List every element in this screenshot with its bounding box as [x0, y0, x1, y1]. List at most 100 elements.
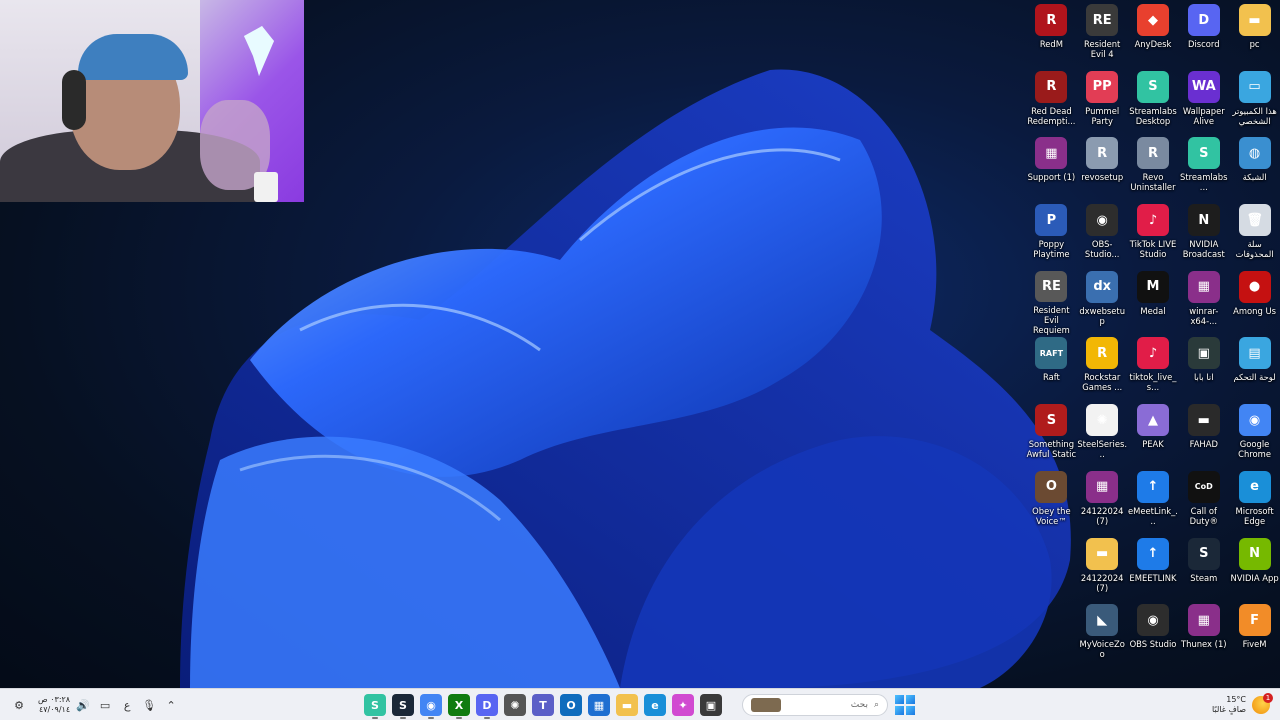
weather-condition: صافٍ غالبًا	[1212, 705, 1246, 714]
volume-icon[interactable]: 🔊	[74, 696, 92, 714]
app-icon: ▦	[1035, 137, 1068, 170]
desktop-icon[interactable]: F FiveM	[1229, 602, 1280, 669]
desktop-icon[interactable]: P Poppy Playtime	[1026, 202, 1077, 269]
desktop-icon[interactable]: ✺ SteelSeries...	[1077, 402, 1128, 469]
desktop-icon[interactable]: RE Resident Evil 4	[1077, 2, 1128, 69]
desktop-icon[interactable]: ◉ OBS-Studio...	[1077, 202, 1128, 269]
desktop-icon[interactable]: e Microsoft Edge	[1229, 469, 1280, 536]
pinned-apps: S S ◉ X D ✺ T O ▦ ▬ e ✦ ▣	[364, 693, 722, 719]
app-icon: RE	[1035, 270, 1068, 303]
desktop-icon[interactable]: RE Resident Evil Requiem	[1026, 269, 1077, 336]
desktop-icon-label: pc	[1249, 39, 1260, 49]
desktop-icon-label: انا بابا	[1193, 372, 1214, 383]
desktop-icon[interactable]: R Rockstar Games ...	[1077, 335, 1128, 402]
desktop-icon[interactable]: R Revo Uninstaller	[1128, 135, 1179, 202]
app-icon: ↑	[1136, 470, 1169, 503]
app-icon: ◆	[1136, 4, 1169, 36]
desktop-icon[interactable]: S Streamlabs...	[1178, 135, 1229, 202]
desktop-icon[interactable]: ◉ Google Chrome	[1229, 402, 1280, 469]
chevron-up-icon[interactable]: ⌃	[162, 696, 180, 714]
settings-icon[interactable]: ⚙	[10, 696, 28, 714]
app-icon: ◍	[1238, 137, 1271, 170]
desktop-icon[interactable]: ◍ الشبكة	[1229, 135, 1280, 202]
xbox-app-icon[interactable]: X	[448, 694, 470, 719]
desktop-icon[interactable]: ● Among Us	[1229, 269, 1280, 336]
desktop-icon[interactable]: N NVIDIA Broadcast	[1178, 202, 1229, 269]
desktop-icon[interactable]: dx dxwebsetup	[1077, 269, 1128, 336]
desktop-icon[interactable]: Rrevosetup	[1077, 135, 1128, 202]
discord-app-icon[interactable]: D	[476, 694, 498, 719]
app-icon: ↑	[1136, 537, 1169, 570]
desktop-icon-label: TikTok LIVE Studio	[1129, 239, 1177, 260]
desktop-icon[interactable]: S Something Awful Static	[1026, 402, 1077, 469]
start-button[interactable]	[894, 694, 916, 716]
desktop-icon[interactable]: ◉ OBS Studio	[1128, 602, 1179, 669]
desktop-icon[interactable]: ▬ FAHAD	[1178, 402, 1229, 469]
steelseries-app-icon[interactable]: ✺	[504, 694, 526, 716]
desktop-icon-label: Discord	[1188, 39, 1220, 49]
desktop-icon[interactable]: ♪ TikTok LIVE Studio	[1128, 202, 1179, 269]
desktop-icon[interactable]: S Steam	[1178, 536, 1229, 603]
desktop-icon[interactable]: ▬ pc	[1229, 2, 1280, 69]
file-explorer-app-icon[interactable]: ▬	[616, 694, 638, 716]
desktop-icon[interactable]: ↑ eMeetLink_...	[1128, 469, 1179, 536]
desktop-icon[interactable]: ♪ tiktok_live_s...	[1128, 335, 1179, 402]
chrome-app-icon[interactable]: ◉	[420, 694, 442, 719]
desktop-icon[interactable]: ▤ لوحة التحكم	[1229, 335, 1280, 402]
microphone-icon[interactable]: 🎙	[140, 696, 158, 714]
desktop-icon[interactable]: ◆ AnyDesk	[1128, 2, 1179, 69]
search-box[interactable]: بحث ⌕	[742, 694, 888, 716]
network-icon[interactable]: ▭	[96, 696, 114, 714]
desktop-icon-label: سلة المحذوفات	[1235, 239, 1274, 260]
widget-app-icon[interactable]: ▣	[700, 694, 722, 716]
desktop-icon-label: Wallpaper Alive	[1182, 105, 1225, 126]
desktop-icon[interactable]: N NVIDIA App	[1229, 536, 1280, 603]
desktop-icon[interactable]: M Medal	[1128, 269, 1179, 336]
teams-app-icon[interactable]: T	[532, 694, 554, 716]
outlook-app-icon[interactable]: O	[560, 694, 582, 716]
streamlabs-app-icon[interactable]: S	[364, 694, 386, 719]
desktop-icon[interactable]: ↑ EMEETLINK	[1128, 536, 1179, 603]
desktop-icon[interactable]: CoD Call of Duty®	[1178, 469, 1229, 536]
desktop-icon[interactable]: R Red Dead Redempti...	[1026, 69, 1077, 136]
app-icon: O	[1035, 470, 1068, 503]
desktop-icon[interactable]: ◣ MyVoiceZoo	[1077, 602, 1128, 669]
app-icon: F	[1238, 604, 1271, 637]
desktop-icon[interactable]: ▦ winrar-x64-...	[1178, 269, 1229, 336]
desktop-icon[interactable]: ▬ 24122024 (7)	[1077, 536, 1128, 603]
desktop-icon[interactable]: R RedM	[1026, 2, 1077, 69]
desktop-icon[interactable]: ▭ هذا الكمبيوتر الشخصي	[1229, 69, 1280, 136]
desktop-icon[interactable]: D Discord	[1178, 2, 1229, 69]
steam-app-icon[interactable]: S	[392, 694, 414, 719]
copilot-app-icon[interactable]: ✦	[672, 694, 694, 716]
app-icon: S	[1187, 537, 1220, 570]
desktop-icon-label: Resident Evil Requiem	[1032, 305, 1070, 336]
desktop-icon[interactable]: WA Wallpaper Alive	[1178, 69, 1229, 136]
desktop-icon[interactable]: 🗑 سلة المحذوفات	[1229, 202, 1280, 269]
desktop-icon-label: Red Dead Redempti...	[1027, 105, 1076, 126]
desktop-icon-label: Rockstar Games ...	[1082, 372, 1123, 393]
desktop-icon[interactable]: RAFT Raft	[1026, 335, 1077, 402]
desktop-icon-label: Call of Duty®	[1189, 505, 1218, 526]
desktop-icon-label: SteelSeries...	[1077, 439, 1128, 460]
desktop-icon-label: FAHAD	[1189, 439, 1218, 450]
desktop-icon-label: Revo Uninstaller	[1130, 172, 1176, 193]
desktop-icon[interactable]: S Streamlabs Desktop	[1128, 69, 1179, 136]
desktop-icon[interactable]: ▦ Support (1)	[1026, 135, 1077, 202]
desktop-icon-label: RedM	[1039, 39, 1063, 49]
desktop-icon[interactable]: ▦ Thunex (1)	[1178, 602, 1229, 669]
app-icon: ◉	[1136, 604, 1169, 637]
app-icon: WA	[1187, 70, 1220, 103]
clock[interactable]: ٠٣:٢٨ ص ٤٧/٠٩/١٤	[38, 695, 70, 715]
desktop-icon[interactable]: ▲ PEAK	[1128, 402, 1179, 469]
edge-app-icon[interactable]: e	[644, 694, 666, 716]
language-indicator[interactable]: ع	[118, 696, 136, 714]
desktop-icon[interactable]: O Obey the Voice™	[1026, 469, 1077, 536]
desktop-icon[interactable]: ▦ 24122024 (7)	[1077, 469, 1128, 536]
desktop-icon[interactable]: ▣ انا بابا	[1178, 335, 1229, 402]
store-app-icon[interactable]: ▦	[588, 694, 610, 716]
weather-widget[interactable]: 15°C صافٍ غالبًا 1	[1212, 691, 1273, 719]
search-icon: ⌕	[873, 700, 879, 710]
empty-slot	[1026, 536, 1077, 603]
desktop-icon[interactable]: PP Pummel Party	[1077, 69, 1128, 136]
